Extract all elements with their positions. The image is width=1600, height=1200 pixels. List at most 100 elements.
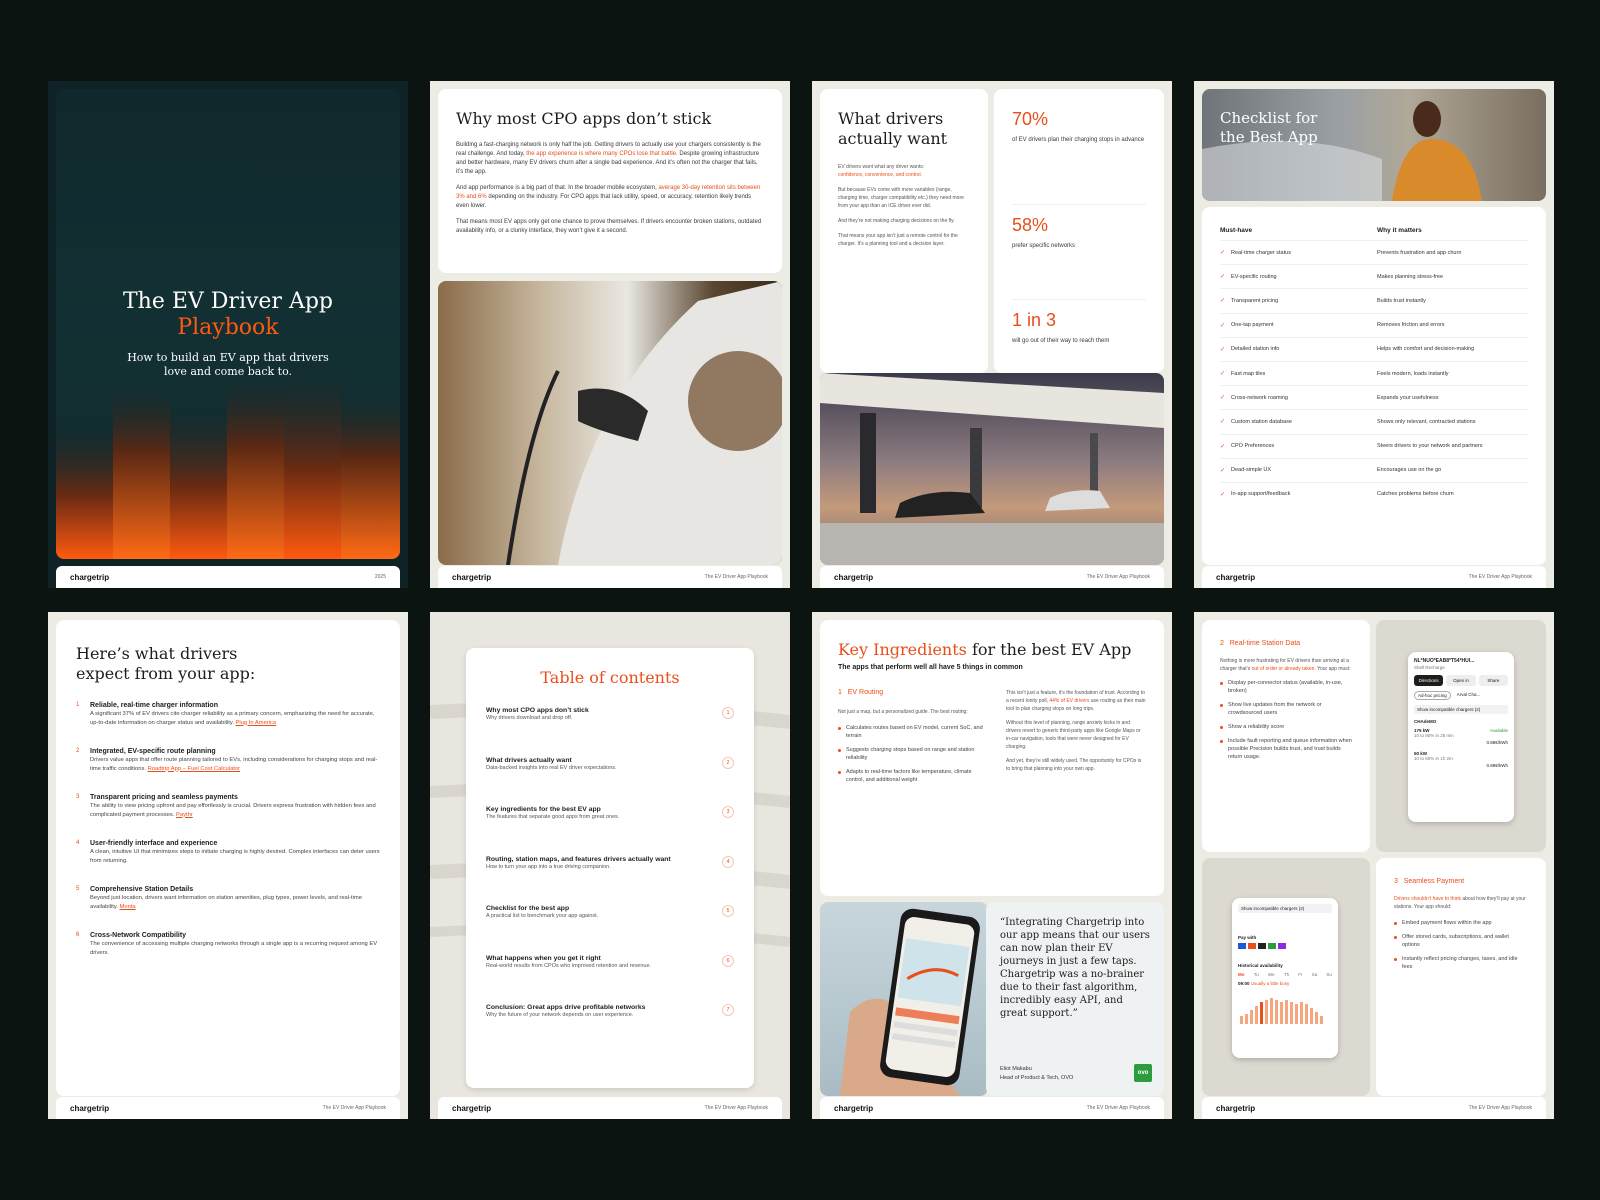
checklist-row: ✓ CPO Preferences Steers drivers to your n…: [1220, 433, 1528, 458]
toc-item[interactable]: What happens when you get it right Real-w…: [486, 954, 734, 1005]
page-checklist[interactable]: Checklist for the Best App Must-have Why…: [1194, 81, 1554, 588]
charger-row: 50 kW 10 to 80% in 1h 2m 0.88€/kWh: [1414, 751, 1508, 768]
day-tab[interactable]: Th: [1284, 972, 1289, 977]
ev-charging-photo: [438, 281, 782, 565]
toc-item[interactable]: Routing, station maps, and features driv…: [486, 855, 734, 906]
day-tab[interactable]: Mo: [1238, 972, 1245, 977]
bullet-dot: [1394, 922, 1397, 925]
page-station-data-payment[interactable]: 2 Real-time Station Data Nothing is more…: [1194, 612, 1554, 1119]
must-have-label: One-tap payment: [1231, 322, 1274, 329]
footer-text: The EV Driver App Playbook: [1468, 574, 1532, 580]
item-title: User-friendly interface and experience: [90, 840, 218, 847]
toc-item-subtitle: Why the future of your network depends o…: [486, 1012, 634, 1018]
page-cover[interactable]: The EV Driver App Playbook How to build …: [48, 81, 408, 588]
paragraph: And they’re not making charging decision…: [838, 218, 955, 224]
bullet-list: Embed payment flows within the app Offer …: [1394, 919, 1528, 971]
section-number: 3: [1394, 878, 1398, 885]
page-what-drivers-want[interactable]: What drivers actually want EV drivers wa…: [812, 81, 1172, 588]
bullet-text: Suggests charging stops based on range a…: [846, 747, 975, 761]
phone-frame: NL*NUO*EAB8*T54*HUI... Shell Recharge Di…: [1408, 652, 1514, 822]
paragraph: That means most EV apps only get one cha…: [456, 219, 762, 234]
page-driver-expectations[interactable]: Here’s what drivers expect from your app…: [48, 612, 408, 1119]
charger-price: 0.88€/kWh: [1486, 763, 1508, 768]
paragraph: Without this level of planning, range an…: [1006, 720, 1141, 750]
stats-card: 70% of EV drivers plan their charging st…: [994, 89, 1164, 373]
item-number: 3: [76, 794, 80, 800]
item-number: 4: [76, 840, 80, 846]
toc-item-subtitle: Why drivers download and drop off.: [486, 715, 573, 721]
chargetrip-logo: chargetrip: [834, 1103, 874, 1113]
incompatible-filter[interactable]: Show incompatible chargers (2): [1238, 904, 1332, 913]
bullet-dot: [838, 749, 841, 752]
card-icon: [1268, 943, 1276, 949]
pricing-chip[interactable]: Ad-hoc pricing: [1414, 691, 1451, 700]
checklist-title: Checklist for the Best App: [1220, 109, 1318, 146]
stat: 58% prefer specific networks: [1012, 204, 1146, 299]
paragraph: That means your app isn’t just a remote …: [838, 233, 958, 247]
toc-item[interactable]: Why most CPO apps don’t stick Why drivers…: [486, 707, 734, 757]
highlight: Drivers shouldn’t have to think: [1394, 896, 1461, 902]
day-tab[interactable]: Fr: [1298, 972, 1302, 977]
page-title: Here’s what drivers expect from your app…: [76, 644, 256, 683]
day-tab[interactable]: We: [1268, 972, 1275, 977]
cover-title: The EV Driver App Playbook: [56, 289, 400, 341]
day-tab[interactable]: Sa: [1312, 972, 1318, 977]
quote-author: Eliot Makabu: [1000, 1066, 1032, 1072]
incompatible-filter[interactable]: Show incompatible chargers (2): [1414, 705, 1508, 714]
page-toc[interactable]: Table of contents Why most CPO apps don’…: [430, 612, 790, 1119]
check-icon: ✓: [1220, 322, 1226, 329]
page-why-cpo-apps[interactable]: Why most CPO apps don’t stick Building a…: [430, 81, 790, 588]
checklist-row: ✓ Dead-simple UX Encourages use on the go: [1220, 457, 1528, 482]
why-cell: Shows only relevant, contracted stations: [1377, 418, 1476, 425]
toc-item[interactable]: What drivers actually want Data-backed in…: [486, 756, 734, 807]
section-number: 1: [838, 689, 842, 696]
must-have-label: EV-specific routing: [1231, 273, 1277, 280]
why-cell: Catches problems before churn: [1377, 491, 1454, 498]
item-body: A significant 37% of EV drivers cite cha…: [90, 710, 380, 727]
text: Your app must:: [1315, 666, 1351, 672]
cover-title-line1: The EV Driver App: [123, 289, 333, 314]
toc-item[interactable]: Checklist for the best app A practical li…: [486, 905, 734, 955]
source-link[interactable]: Roadtrip App – Fuel Cost Calculator: [148, 766, 240, 772]
must-have-cell: ✓ In-app support/feedback: [1220, 491, 1377, 498]
source-link[interactable]: Monta: [120, 904, 136, 910]
cover-bar: [56, 419, 113, 559]
section-title: Real-time Station Data: [1229, 640, 1301, 647]
source-link[interactable]: Plug In America: [236, 720, 277, 726]
source-link[interactable]: Paythr: [176, 812, 193, 818]
section-heading: 1 EV Routing: [838, 689, 988, 696]
toc-item[interactable]: Key ingredients for the best EV app The f…: [486, 806, 734, 856]
item-title: Reliable, real-time charger information: [90, 702, 218, 709]
must-have-cell: ✓ Cross-network roaming: [1220, 394, 1377, 402]
must-have-label: Dead-simple UX: [1231, 467, 1272, 474]
page-key-ingredients[interactable]: Key Ingredients for the best EV App The …: [812, 612, 1172, 1119]
directions-button[interactable]: Directions: [1414, 675, 1444, 686]
must-have-label: In-app support/feedback: [1231, 491, 1291, 498]
check-icon: ✓: [1220, 346, 1226, 353]
bullet-text: Adapts to real-time factors like tempera…: [846, 769, 972, 783]
day-tab[interactable]: Su: [1326, 972, 1332, 977]
day-tab[interactable]: Tu: [1254, 972, 1259, 977]
bullet-text: Include fault reporting and queue inform…: [1228, 738, 1352, 760]
must-have-cell: ✓ Transparent pricing: [1220, 297, 1377, 305]
share-button[interactable]: Share: [1478, 675, 1508, 686]
ovo-logo: ovo: [1134, 1064, 1152, 1082]
item-text: A significant 37% of EV drivers cite cha…: [90, 711, 375, 726]
bullet-text: Display per-connector status (available,…: [1228, 680, 1343, 694]
toc-item-subtitle: Real-world results from CPOs who improve…: [486, 962, 652, 969]
chargetrip-logo: chargetrip: [1216, 572, 1256, 582]
chargetrip-logo: chargetrip: [70, 1103, 110, 1113]
bullet-dot: [838, 771, 841, 774]
open-in-button[interactable]: Open in: [1446, 675, 1476, 686]
checklist-row: ✓ Cross-network roaming Expands your usefu…: [1220, 385, 1528, 409]
stat-value: 1 in 3: [1012, 310, 1057, 330]
payment-card: 3 Seamless Payment Drivers shouldn’t hav…: [1376, 858, 1546, 1096]
toc-item[interactable]: Conclusion: Great apps drive profitable …: [486, 1004, 734, 1054]
page-footer: chargetrip The EV Driver App Playbook: [820, 1097, 1164, 1119]
driver-photo: Checklist for the Best App: [1202, 89, 1546, 201]
two-col: 1 EV Routing Not just a map, but a perso…: [838, 689, 1146, 790]
operator-chip[interactable]: Arval Cha...: [1454, 691, 1484, 700]
paragraph: But because EVs come with more variables…: [838, 187, 964, 209]
stat-label: of EV drivers plan their charging stops …: [1012, 137, 1145, 143]
must-have-cell: ✓ CPO Preferences: [1220, 443, 1377, 450]
